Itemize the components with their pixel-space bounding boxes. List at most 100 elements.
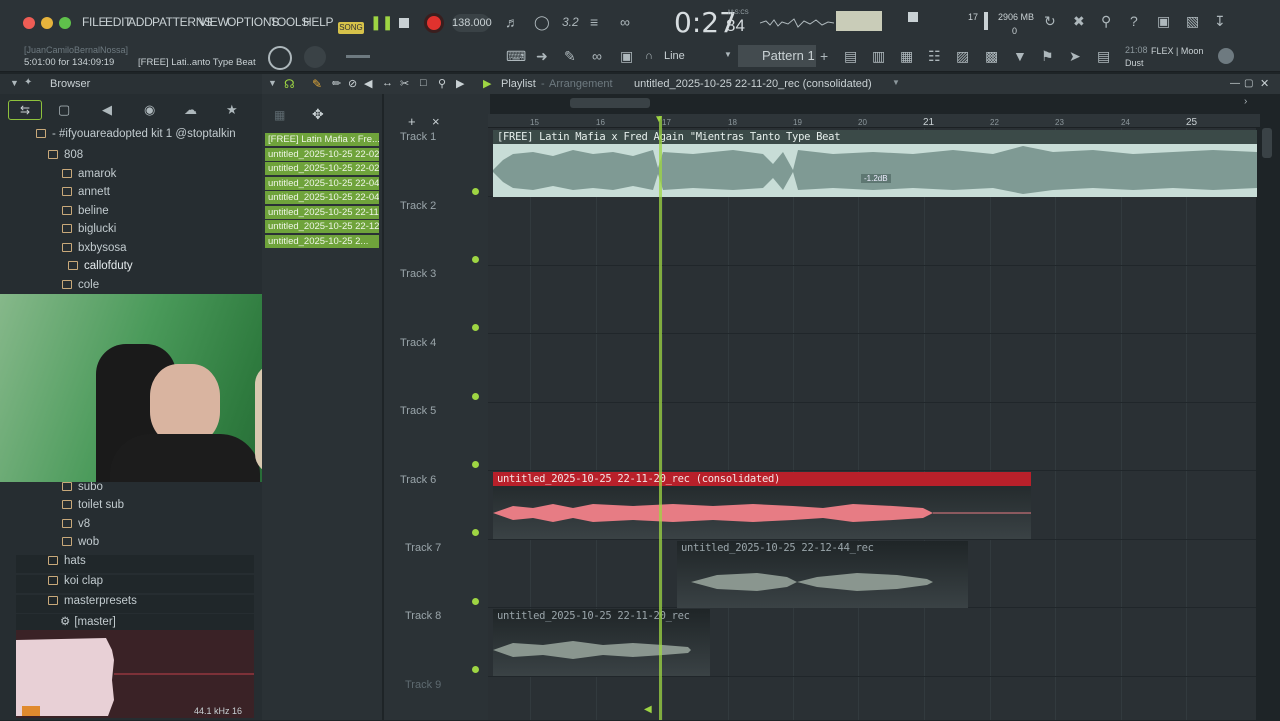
draw-tool-icon[interactable]: ✎ [312,77,322,91]
slice-tool-icon[interactable]: ✂ [400,77,409,90]
plugin-icon[interactable]: ▼ [1013,48,1027,64]
sample-preview[interactable]: 44.1 kHz 16 [16,630,254,718]
add-pattern-icon[interactable]: + [820,48,828,64]
menu-help[interactable]: HELP [303,15,333,29]
track-mute-led[interactable] [472,461,479,468]
track-label[interactable]: Track 5 [400,405,436,417]
track-label[interactable]: Track 7 [405,542,441,554]
clip-title[interactable]: untitled_2025-10-25 22-11-20_rec [493,609,710,623]
mixer-icon[interactable]: ☷ [928,48,941,65]
add-track-icon[interactable]: + [408,114,416,129]
browser-folder-root[interactable]: - #ifyouareadopted kit 1 @stoptalkin [0,128,255,146]
track-mute-led[interactable] [472,188,479,195]
clip-gain-label[interactable]: -1.2dB [861,174,891,183]
tempo-display[interactable]: 138.000 [452,14,492,32]
stop-icon[interactable] [399,18,409,28]
master-slider[interactable] [346,55,370,58]
track-mute-led[interactable] [472,393,479,400]
picker-item[interactable]: untitled_2025-10-25 22-02... [265,162,379,175]
playhead-marker-icon[interactable]: ▼ [654,114,664,125]
snap-dropdown-icon[interactable]: ▼ [724,50,732,59]
browser-plugins-tab-icon[interactable]: ◀ [102,102,112,118]
delete-tool-icon[interactable]: ⊘ [348,77,357,90]
picker-item[interactable]: untitled_2025-10-25 22-04... [265,191,379,204]
snap-select[interactable]: Line [664,50,685,62]
browser-cloud-tab-icon[interactable]: ☁ [184,102,197,118]
clip-title[interactable]: untitled_2025-10-25 22-12-44_rec [677,541,968,555]
cut-icon[interactable]: ✖ [1073,13,1085,30]
browser-all-tab[interactable]: ⇆ [8,100,42,120]
record-icon[interactable] [424,13,444,33]
close-track-icon[interactable]: × [432,114,440,129]
stamp-icon[interactable]: ▣ [620,48,633,65]
preview-play-icon[interactable] [22,706,40,716]
browser-folder-wob[interactable]: wob [0,536,255,554]
browser-folder-biglucki[interactable]: biglucki [0,223,255,241]
rocket-icon[interactable]: ➤ [1069,48,1081,65]
playlist-menu-icon[interactable]: ▼ [268,78,277,88]
close-icon[interactable]: ✕ [1260,77,1269,90]
countdown-icon[interactable]: 3.2 [562,15,579,29]
render-icon[interactable]: ▧ [1186,13,1199,30]
tag-icon[interactable]: ⚑ [1041,48,1054,65]
browser-nav-icon[interactable]: ✦ [24,77,32,88]
channel-rack-icon[interactable]: ▥ [872,48,885,65]
browser-favorites-tab-icon[interactable]: ★ [226,102,238,118]
piano-roll-icon[interactable]: ⌨ [506,48,526,65]
maximize-window-icon[interactable] [59,17,71,29]
clip-title[interactable]: untitled_2025-10-25 22-11-20_rec (consol… [493,472,1031,486]
browser-folder-callofduty[interactable]: callofduty [0,260,255,278]
audio-clip[interactable]: untitled_2025-10-25 22-11-20_rec [493,609,710,676]
magnet-icon[interactable]: ∩ [645,50,653,62]
vertical-scrollbar[interactable] [1262,128,1272,158]
browser-folder-v8[interactable]: v8 [0,518,255,536]
audio-clip[interactable]: untitled_2025-10-25 22-12-44_rec [677,541,968,608]
song-mode-toggle[interactable]: SONG [338,22,364,34]
headphones-icon[interactable]: ☊ [284,77,295,91]
browser-folder-808[interactable]: 808 [0,149,255,167]
track-mute-led[interactable] [472,666,479,673]
track-label[interactable]: Track 6 [400,474,436,486]
mute-tool-icon[interactable]: ◀ [364,77,372,90]
pencil-icon[interactable]: ✎ [564,48,576,65]
play-icon[interactable]: ❚❚ [370,14,393,31]
browser-online-tab-icon[interactable]: ◉ [144,102,155,118]
track-label[interactable]: Track 1 [400,131,436,143]
minimize-window-icon[interactable] [41,17,53,29]
picker-item[interactable]: untitled_2025-10-25 22-04... [265,177,379,190]
track-label[interactable]: Track 4 [400,337,436,349]
playlist-pattern-name[interactable]: untitled_2025-10-25 22-11-20_rec (consol… [634,78,872,90]
picker-item[interactable]: untitled_2025-10-25 22-12... [265,220,379,233]
track-mute-led[interactable] [472,324,479,331]
menu-add[interactable]: ADD [128,15,153,29]
browser-folder-subo[interactable]: subo [0,481,255,499]
browser-folder-hats[interactable]: hats [16,555,254,573]
slip-tool-icon[interactable]: ↔ [382,77,393,89]
cart-icon[interactable]: ▤ [1097,48,1110,65]
browser-folder-amarok[interactable]: amarok [0,168,255,186]
browser-icon[interactable]: ▩ [985,48,998,65]
export-icon[interactable]: ↧ [1214,13,1226,30]
browser-menu-icon[interactable]: ▼ [10,78,19,88]
help-icon[interactable]: ? [1130,13,1138,29]
undo-history-icon[interactable]: ↻ [1044,13,1056,30]
audio-clip[interactable]: untitled_2025-10-25 22-11-20_rec (consol… [493,472,1031,539]
track-mute-led[interactable] [472,598,479,605]
browser-folder-masterpresets[interactable]: masterpresets [16,595,254,613]
picker-item[interactable]: untitled_2025-10-25 22-02... [265,148,379,161]
picker-item[interactable]: untitled_2025-10-25 2... [265,235,379,248]
browser-files-tab-icon[interactable]: ▢ [58,102,70,118]
flex-avatar[interactable] [1218,48,1234,64]
master-pitch-knob[interactable] [304,46,326,68]
browser-folder-annett[interactable]: annett [0,186,255,204]
scroll-right-icon[interactable]: › [1244,96,1247,107]
track-mute-led[interactable] [472,256,479,263]
step-edit-icon[interactable]: ≡ [590,14,598,30]
flex-preset-name[interactable]: FLEX | Moon Dust [1125,45,1210,69]
time-marker-icon[interactable]: ◀ [644,704,652,715]
wait-icon[interactable]: ◯ [534,14,550,31]
browser-folder-beline[interactable]: beline [0,205,255,223]
playhead[interactable] [659,116,662,720]
panic-icon[interactable] [908,12,918,22]
pattern-selector[interactable]: Pattern 1 [738,45,816,67]
